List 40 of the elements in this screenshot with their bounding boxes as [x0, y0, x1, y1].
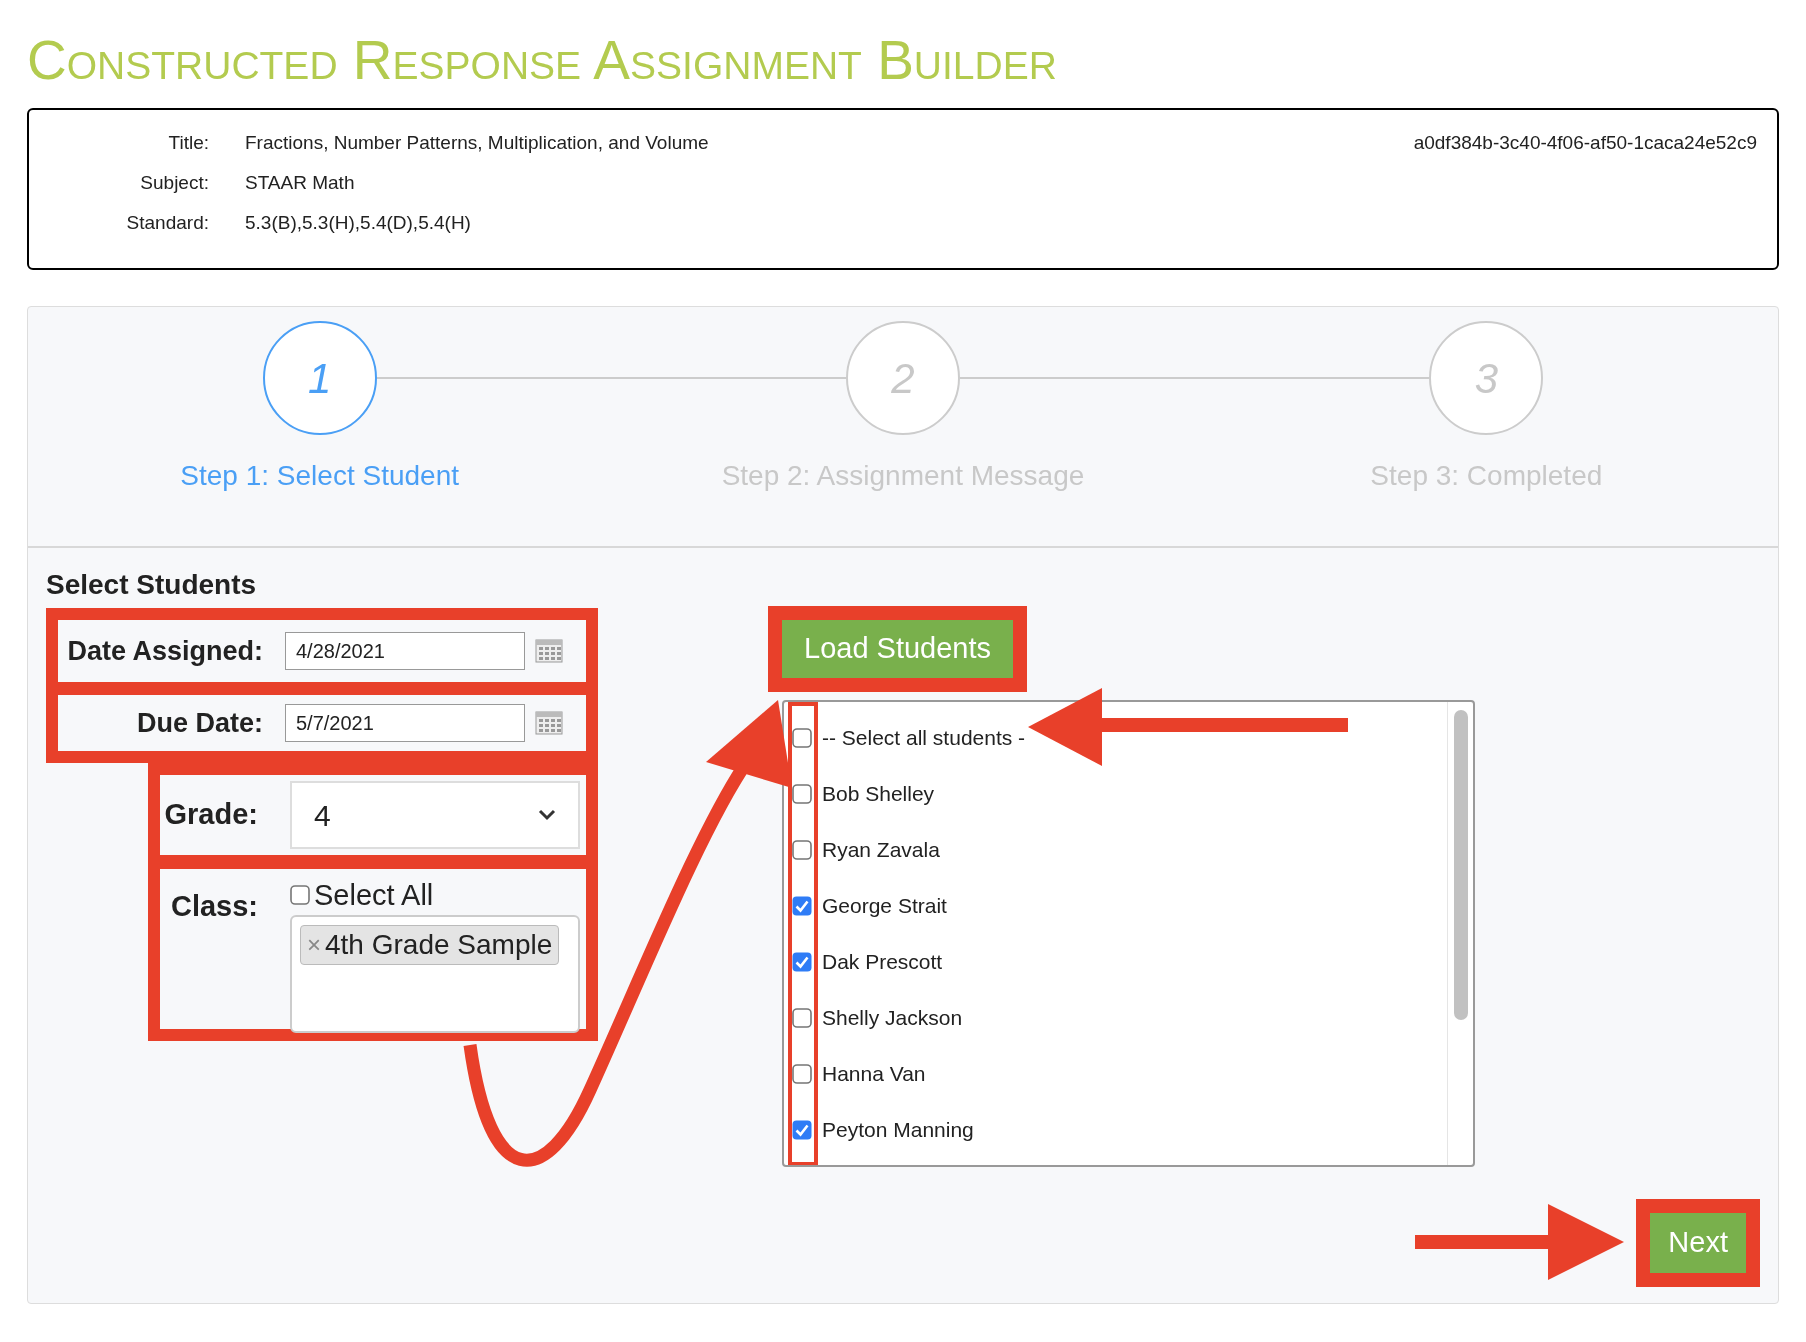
field-label: Standard: [125, 212, 209, 234]
chevron-down-icon [538, 809, 556, 821]
field-label: Date Assigned: [66, 634, 263, 668]
field-label: Subject: [139, 172, 209, 194]
checkbox[interactable] [792, 1120, 812, 1140]
field-label: Grade: [163, 797, 258, 833]
calendar-icon[interactable] [535, 711, 563, 735]
date-field[interactable]: 4/28/2021 [285, 632, 525, 670]
field-label: Due Date: [135, 706, 263, 740]
field-value: STAAR Math [245, 172, 355, 194]
checkbox-label[interactable]: Select All [314, 879, 434, 911]
checkbox[interactable] [290, 885, 310, 905]
checkbox[interactable] [792, 728, 812, 748]
grade-select[interactable]: 4 [290, 781, 580, 849]
checkbox[interactable] [792, 784, 812, 804]
assignment-id: a0df384b-3c40-4f06-af50-1caca24e52c9 [1413, 132, 1757, 154]
student-list[interactable]: -- Select all students - Bob Shelley Ryan Zavala George Strait Dak Prescott Shelly Jackson Hanna Van Peyton Manning [782, 700, 1475, 1167]
page-title: Constructed Response Assignment Builder [27, 30, 1057, 90]
field-value: Fractions, Number Patterns, Multiplication, and Volume [245, 132, 709, 154]
checkbox[interactable] [792, 1008, 812, 1028]
student-name[interactable]: Hanna Van [822, 1058, 926, 1090]
student-name[interactable]: Ryan Zavala [822, 834, 940, 866]
student-name[interactable]: Bob Shelley [822, 778, 935, 810]
section-title: Select Students [46, 568, 257, 602]
checkbox[interactable] [792, 1064, 812, 1084]
student-name[interactable]: Shelly Jackson [822, 1002, 963, 1034]
field-label: Class: [169, 889, 258, 924]
class-select[interactable]: ×4th Grade Sample [290, 915, 580, 1033]
student-name[interactable]: -- Select all students - [822, 722, 1026, 754]
date-field[interactable]: 5/7/2021 [285, 704, 525, 742]
field-value: 5.3(B),5.3(H),5.4(D),5.4(H) [245, 212, 471, 234]
checkbox[interactable] [792, 952, 812, 972]
calendar-icon[interactable] [535, 639, 563, 663]
student-name[interactable]: Peyton Manning [822, 1114, 974, 1146]
checkbox[interactable] [792, 896, 812, 916]
field-label: Title: [167, 132, 209, 154]
tag-label: 4th Grade Sample [325, 928, 553, 962]
checkbox[interactable] [792, 840, 812, 860]
student-name[interactable]: Dak Prescott [822, 946, 943, 978]
student-name[interactable]: George Strait [822, 890, 947, 922]
